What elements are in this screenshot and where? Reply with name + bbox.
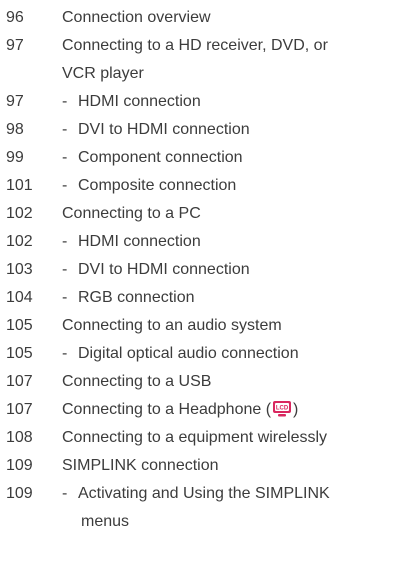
- toc-title: Connecting to an audio system: [62, 317, 282, 334]
- lcd-tv-icon: LCD: [273, 401, 292, 417]
- toc-entry[interactable]: 107 Connecting to a USB: [6, 368, 390, 396]
- toc-page-number: 105: [6, 345, 33, 362]
- toc-entry[interactable]: 104 - RGB connection: [6, 284, 390, 312]
- toc-entry[interactable]: 105 Connecting to an audio system: [6, 312, 390, 340]
- toc-subtitle-text: DVI to HDMI connection: [78, 121, 250, 138]
- toc-subtitle-text: Component connection: [78, 149, 243, 166]
- toc-subtitle-text: HDMI connection: [78, 233, 201, 250]
- toc-sub-prefix: -: [62, 121, 68, 138]
- toc-subtitle: - RGB connection: [62, 284, 390, 312]
- toc-title-line: Connecting to a HD receiver, DVD, or: [62, 37, 328, 54]
- toc-subtitle-text: DVI to HDMI connection: [78, 261, 250, 278]
- toc-subtitle-text: Activating and Using the SIMPLINK: [78, 485, 330, 502]
- toc-entry[interactable]: 107 Connecting to a Headphone ( LCD ): [6, 396, 390, 424]
- toc-sub-prefix: -: [62, 289, 68, 306]
- toc-title: Connecting to a equipment wirelessly: [62, 429, 328, 446]
- toc-page-number: 97: [6, 37, 24, 54]
- toc-subtitle: - Activating and Using the SIMPLINK menus: [62, 480, 390, 536]
- toc-sub-prefix: -: [62, 149, 68, 166]
- toc-entry[interactable]: 96 Connection overview: [6, 4, 390, 32]
- toc-subtitle-text: HDMI connection: [78, 93, 201, 110]
- toc-page-number: 98: [6, 121, 24, 138]
- toc-page-number: 107: [6, 373, 33, 390]
- toc-entry[interactable]: 109 SIMPLINK connection: [6, 452, 390, 480]
- lcd-badge-label: LCD: [276, 406, 289, 412]
- toc-sub-prefix: -: [62, 93, 68, 110]
- toc-sub-prefix: -: [62, 261, 68, 278]
- toc-subtitle: - HDMI connection: [62, 228, 390, 256]
- toc-page-number: 104: [6, 289, 33, 306]
- toc-title-text-end: ): [293, 401, 299, 418]
- toc-page-number: 109: [6, 485, 33, 502]
- toc-subtitle: - DVI to HDMI connection: [62, 116, 390, 144]
- toc-page-number: 101: [6, 177, 33, 194]
- toc-subtitle-text: RGB connection: [78, 289, 195, 306]
- toc-title-continuation: VCR player: [62, 65, 144, 82]
- toc-page-number: 97: [6, 93, 24, 110]
- toc-page-number: 99: [6, 149, 24, 166]
- toc-title: SIMPLINK connection: [62, 457, 219, 474]
- toc-entry[interactable]: 105 - Digital optical audio connection: [6, 340, 390, 368]
- toc-page-number: 103: [6, 261, 33, 278]
- toc-sub-prefix: -: [62, 233, 68, 250]
- toc-title: Connection overview: [62, 9, 211, 26]
- toc-entry[interactable]: 102 Connecting to a PC: [6, 200, 390, 228]
- toc-entry[interactable]: 97 - HDMI connection: [6, 88, 390, 116]
- toc-sub-prefix: -: [62, 485, 68, 502]
- toc-entry[interactable]: 103 - DVI to HDMI connection: [6, 256, 390, 284]
- toc-subtitle: - Composite connection: [62, 172, 390, 200]
- toc-subtitle: - Component connection: [62, 144, 390, 172]
- toc-page-number: 96: [6, 9, 24, 26]
- toc-subtitle: - Digital optical audio connection: [62, 340, 390, 368]
- toc-entry[interactable]: 97 Connecting to a HD receiver, DVD, or …: [6, 32, 390, 88]
- toc-page-number: 109: [6, 457, 33, 474]
- toc-title: Connecting to a USB: [62, 373, 212, 390]
- toc-title-text: Connecting to a Headphone (: [62, 401, 272, 418]
- toc-entry[interactable]: 101 - Composite connection: [6, 172, 390, 200]
- toc-page-number: 108: [6, 429, 33, 446]
- toc-title: Connecting to a HD receiver, DVD, or VCR…: [62, 32, 390, 88]
- toc-entry[interactable]: 108 Connecting to a equipment wirelessly: [6, 424, 390, 452]
- toc-page-number: 102: [6, 233, 33, 250]
- toc-entry[interactable]: 102 - HDMI connection: [6, 228, 390, 256]
- toc-entry[interactable]: 109 - Activating and Using the SIMPLINK m…: [6, 480, 390, 536]
- toc-title: Connecting to a PC: [62, 205, 201, 222]
- toc-subtitle: - DVI to HDMI connection: [62, 256, 390, 284]
- toc-sub-prefix: -: [62, 345, 68, 362]
- toc-title: Connecting to a Headphone ( LCD ): [62, 396, 390, 424]
- toc-page-number: 102: [6, 205, 33, 222]
- toc-sub-prefix: -: [62, 177, 68, 194]
- toc-title-continuation: menus: [81, 513, 130, 530]
- toc-page-number: 105: [6, 317, 33, 334]
- table-of-contents: 96 Connection overview 97 Connecting to …: [6, 4, 390, 536]
- toc-subtitle-text: Digital optical audio connection: [78, 345, 299, 362]
- toc-page-number: 107: [6, 401, 33, 418]
- toc-subtitle-text: Composite connection: [78, 177, 237, 194]
- toc-entry[interactable]: 98 - DVI to HDMI connection: [6, 116, 390, 144]
- toc-subtitle: - HDMI connection: [62, 88, 390, 116]
- toc-entry[interactable]: 99 - Component connection: [6, 144, 390, 172]
